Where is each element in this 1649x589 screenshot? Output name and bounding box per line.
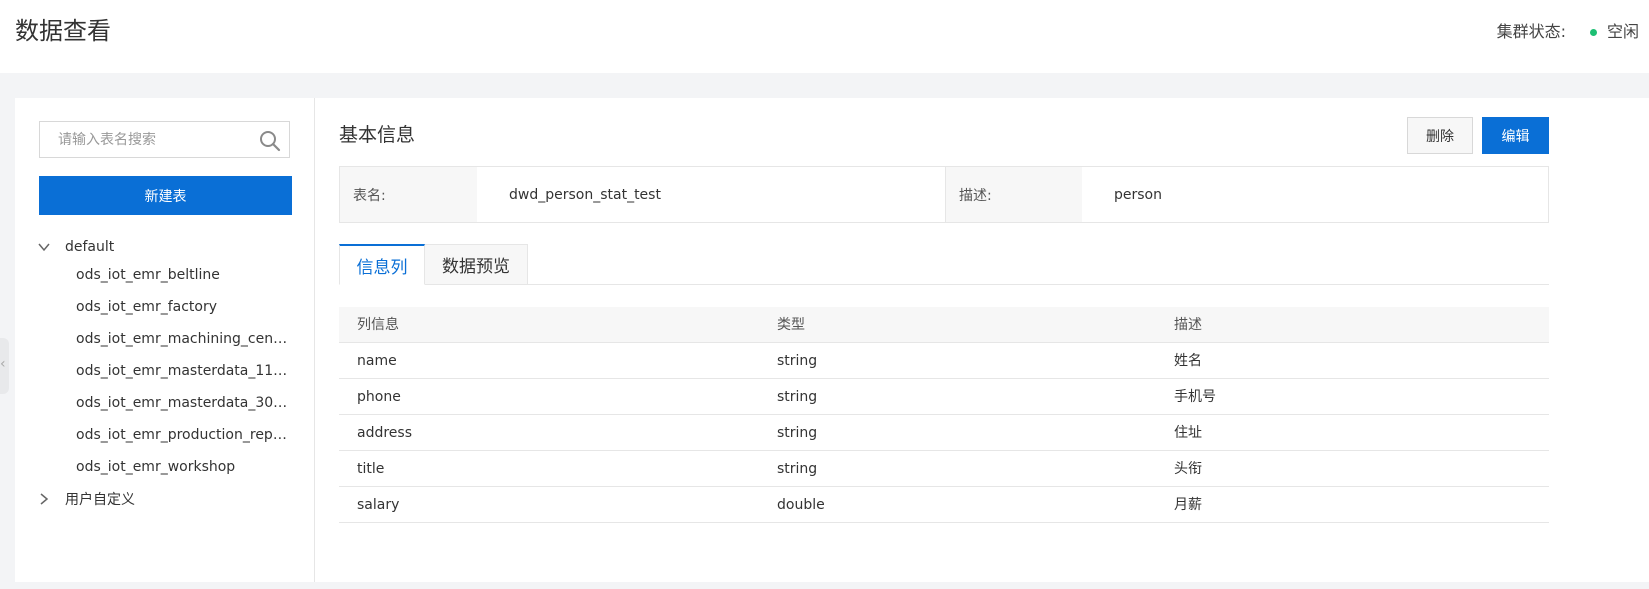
table-header-row: 列信息 类型 描述 — [339, 307, 1549, 343]
table-search-input[interactable] — [58, 122, 258, 157]
chevron-left-icon[interactable]: ‹ — [0, 356, 6, 372]
tree-item-table[interactable]: ods_iot_emr_masterdata_11967... — [76, 359, 291, 383]
description-label: 描述: — [945, 167, 1082, 222]
cluster-status-label: 集群状态: — [1496, 22, 1566, 41]
sidebar-collapse-handle[interactable]: ‹ — [0, 338, 9, 394]
column-name-cell: title — [357, 461, 385, 477]
description-value: person — [1114, 186, 1162, 203]
column-type-cell: string — [777, 353, 818, 369]
table-search-box[interactable] — [39, 121, 290, 158]
column-desc-cell: 手机号 — [1174, 389, 1216, 405]
table-row: phone string 手机号 — [339, 379, 1549, 415]
tree-group-custom[interactable]: 用户自定义 — [37, 487, 135, 511]
tree-item-table[interactable]: ods_iot_emr_machining_center — [76, 327, 291, 351]
new-table-button[interactable]: 新建表 — [39, 176, 292, 215]
cluster-status: 集群状态: 空闲 — [1497, 20, 1639, 44]
tree-item-table[interactable]: ods_iot_emr_masterdata_30614... — [76, 391, 291, 415]
column-name-cell: address — [357, 425, 413, 441]
status-dot-icon — [1589, 28, 1597, 36]
table-row: salary double 月薪 — [339, 487, 1549, 523]
column-type-cell: string — [777, 425, 818, 441]
app-header: 数据查看 集群状态: 空闲 — [0, 0, 1649, 73]
content-area: 基本信息 删除 编辑 表名: dwd_person_stat_test 描述: … — [315, 98, 1649, 582]
column-name-cell: phone — [357, 389, 401, 405]
table-name-value: dwd_person_stat_test — [509, 186, 661, 203]
column-type-cell: double — [777, 497, 825, 513]
table-row: name string 姓名 — [339, 343, 1549, 379]
column-type-cell: string — [777, 461, 818, 477]
table-row: address string 住址 — [339, 415, 1549, 451]
delete-button[interactable]: 删除 — [1407, 117, 1473, 154]
search-icon[interactable] — [259, 130, 281, 152]
sidebar: 新建表 default ods_iot_emr_beltline ods_iot… — [15, 98, 315, 582]
tab-bar: 信息列 数据预览 — [339, 244, 1549, 285]
chevron-right-icon[interactable] — [37, 492, 51, 506]
chevron-down-icon[interactable] — [37, 240, 51, 254]
section-title: 基本信息 — [339, 124, 416, 146]
column-desc-cell: 姓名 — [1174, 353, 1202, 369]
tree-group-label: default — [65, 239, 115, 255]
tab-columns[interactable]: 信息列 — [339, 244, 425, 285]
columns-table: 列信息 类型 描述 name string 姓名 phone string 手机… — [339, 307, 1549, 523]
column-name-cell: name — [357, 353, 397, 369]
tree-item-table[interactable]: ods_iot_emr_workshop — [76, 455, 291, 479]
tab-data-preview[interactable]: 数据预览 — [425, 244, 528, 285]
column-header: 描述 — [1174, 317, 1202, 333]
column-desc-cell: 月薪 — [1174, 497, 1202, 513]
table-name-label: 表名: — [340, 167, 477, 222]
tree-group-label: 用户自定义 — [65, 492, 135, 508]
column-header: 类型 — [777, 317, 805, 333]
page-title: 数据查看 — [15, 17, 111, 45]
column-name-cell: salary — [357, 497, 400, 513]
tree-group-default[interactable]: default — [37, 235, 114, 259]
column-desc-cell: 住址 — [1174, 425, 1202, 441]
column-desc-cell: 头衔 — [1174, 461, 1202, 477]
main-panel: 新建表 default ods_iot_emr_beltline ods_iot… — [15, 98, 1649, 582]
column-header: 列信息 — [357, 317, 399, 333]
tree-item-table[interactable]: ods_iot_emr_factory — [76, 295, 291, 319]
edit-button[interactable]: 编辑 — [1482, 117, 1549, 154]
table-row: title string 头衔 — [339, 451, 1549, 487]
tree-item-table[interactable]: ods_iot_emr_production_report — [76, 423, 291, 447]
cluster-status-value: 空闲 — [1606, 22, 1639, 41]
basic-info-table: 表名: dwd_person_stat_test 描述: person — [339, 166, 1549, 223]
column-type-cell: string — [777, 389, 818, 405]
tree-item-table[interactable]: ods_iot_emr_beltline — [76, 263, 291, 287]
